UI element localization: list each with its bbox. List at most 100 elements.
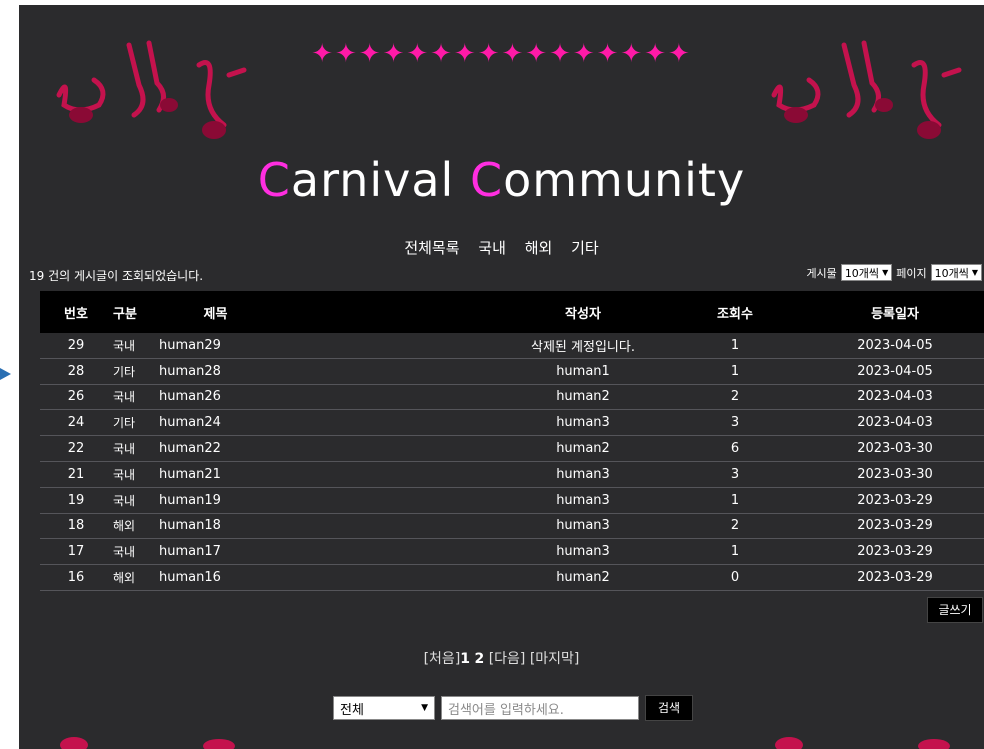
site-title[interactable]: Carnival Community <box>19 153 984 207</box>
posts-per-page-label: 게시물 <box>806 266 837 280</box>
row-category: 국내 <box>112 435 158 462</box>
row-title[interactable]: human28 <box>158 358 502 385</box>
row-writer: human3 <box>502 487 664 514</box>
row-title[interactable]: human22 <box>158 435 502 462</box>
pages-per-block-select[interactable]: 10개씩 ▼ <box>930 264 982 281</box>
row-date: 2023-04-03 <box>806 409 984 437</box>
table-row[interactable]: 26 국내 human26 human2 2 2023-04-03 <box>40 384 984 411</box>
search-button[interactable]: 검색 <box>645 695 693 721</box>
row-no: 21 <box>40 461 112 488</box>
posts-per-page-select[interactable]: 10개씩 ▼ <box>840 264 893 281</box>
row-title[interactable]: human24 <box>158 409 502 437</box>
row-no: 29 <box>40 333 112 359</box>
search-scope-value: 전체 <box>340 702 364 718</box>
table-row[interactable]: 28 기타 human28 human1 1 2023-04-05 <box>40 358 984 385</box>
row-views: 0 <box>664 564 806 591</box>
row-views: 1 <box>664 333 806 359</box>
carnival-figure-bottom-right-icon <box>764 720 964 749</box>
page-link-2[interactable]: 2 <box>474 651 484 667</box>
chevron-down-icon: ▼ <box>971 268 978 277</box>
row-writer: human2 <box>502 564 664 591</box>
page-last-link[interactable]: [마지막] <box>530 651 580 667</box>
category-etc[interactable]: 기타 <box>571 239 599 257</box>
row-category: 기타 <box>112 358 158 385</box>
row-no: 16 <box>40 564 112 591</box>
search-bar: 전체 ▼ 검색어를 입력하세요. 검색 <box>333 695 693 721</box>
row-no: 17 <box>40 538 112 566</box>
row-category: 기타 <box>112 409 158 437</box>
page-link-1[interactable]: 1 <box>460 651 470 667</box>
row-writer: human2 <box>502 384 664 411</box>
row-date: 2023-03-30 <box>806 461 984 488</box>
row-title[interactable]: human17 <box>158 538 502 566</box>
row-title[interactable]: human21 <box>158 461 502 488</box>
header-no: 번호 <box>64 306 88 322</box>
row-writer: 삭제된 계정입니다. <box>502 333 664 359</box>
header-views: 조회수 <box>717 306 753 322</box>
posts-per-page-value: 10개씩 <box>844 266 880 280</box>
table-row[interactable]: 19 국내 human19 human3 1 2023-03-29 <box>40 487 984 514</box>
pages-per-block-label: 페이지 <box>896 266 927 280</box>
pointer-arrow-icon <box>0 368 11 380</box>
category-domestic[interactable]: 국내 <box>478 239 506 257</box>
carnival-figure-bottom-left-icon <box>49 720 249 749</box>
title-part-arnival: arnival <box>290 153 470 207</box>
row-category: 국내 <box>112 487 158 514</box>
row-date: 2023-03-29 <box>806 487 984 514</box>
row-writer: human3 <box>502 513 664 540</box>
table-row[interactable]: 21 국내 human21 human3 3 2023-03-30 <box>40 461 984 488</box>
row-no: 19 <box>40 487 112 514</box>
row-date: 2023-03-30 <box>806 435 984 462</box>
title-part-ommunity: ommunity <box>503 153 746 207</box>
row-views: 1 <box>664 358 806 385</box>
row-date: 2023-03-29 <box>806 538 984 566</box>
page-next-link[interactable]: [다음] <box>489 651 526 667</box>
row-no: 24 <box>40 409 112 437</box>
row-title[interactable]: human26 <box>158 384 502 411</box>
table-row[interactable]: 22 국내 human22 human2 6 2023-03-30 <box>40 435 984 462</box>
row-no: 26 <box>40 384 112 411</box>
table-row[interactable]: 18 해외 human18 human3 2 2023-03-29 <box>40 513 984 540</box>
row-views: 3 <box>664 409 806 437</box>
table-row[interactable]: 29 국내 human29 삭제된 계정입니다. 1 2023-04-05 <box>40 333 984 359</box>
post-table: 번호 구분 제목 작성자 조회수 등록일자 29 국내 human29 삭제된 계정입… <box>40 291 984 591</box>
row-writer: human2 <box>502 435 664 462</box>
header-title: 제목 <box>203 306 228 322</box>
row-views: 1 <box>664 487 806 514</box>
row-views: 2 <box>664 384 806 411</box>
row-date: 2023-03-29 <box>806 513 984 540</box>
title-letter-c2: C <box>469 153 504 207</box>
row-title[interactable]: human18 <box>158 513 502 540</box>
row-category: 해외 <box>112 513 158 540</box>
row-views: 6 <box>664 435 806 462</box>
row-writer: human1 <box>502 358 664 385</box>
row-date: 2023-04-03 <box>806 384 984 411</box>
page-size-selectors: 게시물 10개씩 ▼ 페이지 10개씩 ▼ <box>806 264 982 281</box>
table-row[interactable]: 17 국내 human17 human3 1 2023-03-29 <box>40 538 984 566</box>
header-date: 등록일자 <box>871 306 919 322</box>
page-first-link[interactable]: [처음] <box>424 651 461 667</box>
row-title[interactable]: human19 <box>158 487 502 514</box>
row-no: 28 <box>40 358 112 385</box>
row-views: 2 <box>664 513 806 540</box>
search-scope-select[interactable]: 전체 ▼ <box>333 696 435 720</box>
category-nav: 전체목록 국내 해외 기타 <box>19 237 984 258</box>
header-writer: 작성자 <box>565 306 601 322</box>
result-count: 19 건의 게시글이 조회되었습니다. <box>29 269 204 283</box>
row-views: 1 <box>664 538 806 566</box>
write-post-button[interactable]: 글쓰기 <box>927 597 983 623</box>
table-row[interactable]: 16 해외 human16 human2 0 2023-03-29 <box>40 564 984 591</box>
row-date: 2023-04-05 <box>806 333 984 359</box>
category-all[interactable]: 전체목록 <box>404 239 459 257</box>
row-writer: human3 <box>502 538 664 566</box>
category-overseas[interactable]: 해외 <box>525 239 553 257</box>
row-category: 국내 <box>112 461 158 488</box>
table-row[interactable]: 24 기타 human24 human3 3 2023-04-03 <box>40 409 984 437</box>
row-title[interactable]: human16 <box>158 564 502 591</box>
table-header-row: 번호 구분 제목 작성자 조회수 등록일자 <box>40 291 984 333</box>
pages-per-block-value: 10개씩 <box>934 266 969 280</box>
row-title[interactable]: human29 <box>158 333 502 359</box>
search-input[interactable]: 검색어를 입력하세요. <box>441 696 639 720</box>
star-banner: ✦✦✦✦✦✦✦✦✦✦✦✦✦✦✦✦ <box>311 39 692 69</box>
row-category: 해외 <box>112 564 158 591</box>
